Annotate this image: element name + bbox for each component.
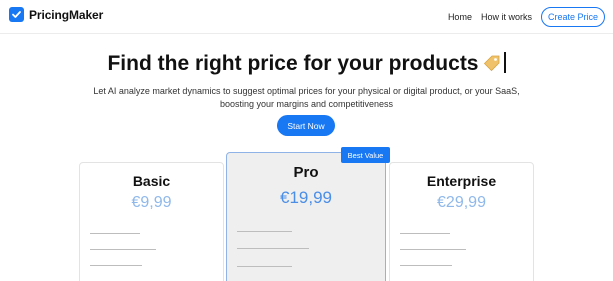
plan-price: €29,99	[437, 194, 486, 211]
feature-placeholder-line	[237, 231, 292, 232]
plan-name: Enterprise	[426, 173, 497, 189]
plan-price: €19,99	[280, 188, 332, 207]
feature-placeholder-line	[90, 265, 142, 266]
best-value-badge: Best Value	[341, 147, 390, 163]
plan-card-basic[interactable]: Basic €9,99	[79, 162, 224, 281]
feature-placeholder-line	[237, 266, 292, 267]
hero-title-text: Find the right price for your products	[107, 52, 479, 75]
hero-subtitle: Let AI analyze market dynamics to sugges…	[60, 85, 553, 110]
brand-name: PricingMaker	[29, 7, 104, 22]
price-tag-icon	[483, 54, 501, 78]
create-price-button[interactable]: Create Price	[540, 7, 605, 27]
hero-subtitle-line-1: Let AI analyze market dynamics to sugges…	[93, 86, 520, 96]
feature-placeholder-line	[400, 233, 450, 234]
nav-link-home[interactable]: Home	[448, 12, 472, 22]
plan-name: Basic	[132, 173, 171, 189]
hero-subtitle-line-2: boosting your margins and competitivenes…	[219, 98, 394, 109]
feature-placeholder-line	[90, 233, 140, 234]
feature-placeholder-line	[90, 249, 156, 250]
plan-price: €9,99	[131, 194, 172, 211]
plan-card-enterprise[interactable]: Enterprise €29,99	[389, 162, 534, 281]
start-now-button[interactable]: Start Now	[277, 115, 335, 136]
text-cursor	[503, 52, 506, 73]
plan-name: Pro	[293, 164, 319, 181]
feature-placeholder-line	[400, 249, 466, 250]
main-nav: Home How it works Create Price	[448, 7, 605, 27]
brand[interactable]: PricingMaker	[9, 7, 103, 22]
feature-placeholder-line	[237, 248, 309, 249]
plan-card-pro[interactable]: Pro €19,99	[226, 152, 386, 281]
nav-link-how-it-works[interactable]: How it works	[481, 12, 532, 22]
feature-placeholder-line	[400, 265, 452, 266]
hero-title: Find the right price for your products	[0, 52, 613, 78]
top-nav-bar: PricingMaker Home How it works Create Pr…	[0, 0, 613, 34]
checkmark-logo-icon	[9, 7, 24, 22]
